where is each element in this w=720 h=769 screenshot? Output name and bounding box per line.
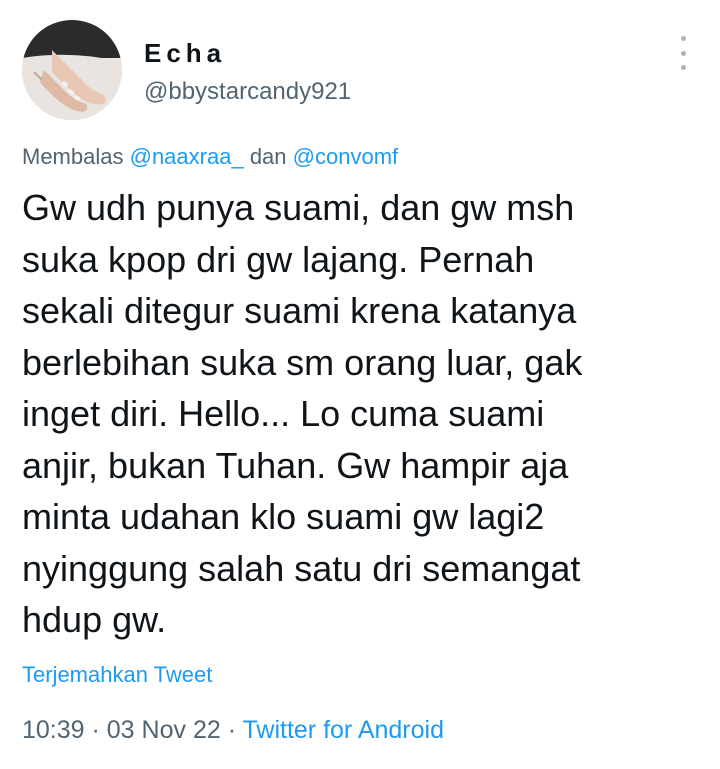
reply-mention-convomf[interactable]: @convomf xyxy=(293,144,398,169)
tweet-text-line: Gw udh punya suami, dan gw msh xyxy=(22,187,575,228)
tweet-meta: 10:39 · 03 Nov 22 · Twitter for Android xyxy=(22,716,444,745)
reply-context: Membalas @naaxraa_ dan @convomf xyxy=(22,144,398,170)
tweet-text-line: nyinggung salah satu dri semangat xyxy=(22,547,581,589)
reply-prefix: Membalas xyxy=(22,144,124,169)
tweet-date[interactable]: 03 Nov 22 xyxy=(107,716,221,744)
tweet-text-line: berlebihan suka sm orang luar, gak xyxy=(22,341,583,383)
tweet-text: Gw udh punya suami, dan gw msh suka kpop… xyxy=(22,182,702,646)
reply-conjunction: dan xyxy=(249,144,287,169)
meta-separator: · xyxy=(84,716,107,744)
tweet-text-line: suka kpop dri gw lajang. Pernah xyxy=(22,238,535,280)
tweet-source-link[interactable]: Twitter for Android xyxy=(243,716,444,744)
reply-mention-naaxraa[interactable]: @naaxraa_ xyxy=(130,144,244,169)
author-username[interactable]: @bbystarcandy921 xyxy=(144,78,351,106)
more-options-icon[interactable] xyxy=(668,36,698,70)
tweet-text-line: minta udahan klo suami gw lagi2 xyxy=(22,496,545,537)
meta-separator: · xyxy=(220,716,243,744)
tweet-detail: Echa @bbystarcandy921 Membalas @naaxraa_… xyxy=(0,0,720,769)
avatar[interactable] xyxy=(22,20,122,120)
tweet-time[interactable]: 10:39 xyxy=(22,716,85,744)
tweet-text-line: hdup gw. xyxy=(22,599,167,640)
author-display-name[interactable]: Echa xyxy=(144,38,226,69)
more-dot xyxy=(680,65,686,70)
more-dot xyxy=(680,36,686,41)
tweet-text-line: inget diri. Hello... Lo cuma suami xyxy=(22,393,545,434)
translate-tweet-link[interactable]: Terjemahkan Tweet xyxy=(22,662,212,688)
tweet-text-line: anjir, bukan Tuhan. Gw hampir aja xyxy=(22,444,569,486)
tweet-text-line: sekali ditegur suami krena katanya xyxy=(22,290,577,331)
more-dot xyxy=(680,50,686,56)
avatar-photo-icon xyxy=(22,20,122,120)
